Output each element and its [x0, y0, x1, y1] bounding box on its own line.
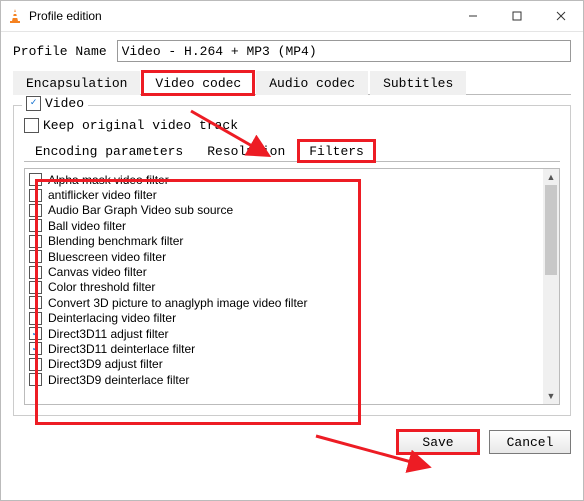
- filters-list-box: Alpha mask video filterantiflicker video…: [24, 168, 560, 405]
- filter-checkbox[interactable]: [29, 373, 42, 386]
- video-checkbox-row[interactable]: ✓ Video: [22, 96, 88, 111]
- filter-label: Blending benchmark filter: [48, 234, 183, 248]
- filter-checkbox[interactable]: [29, 173, 42, 186]
- titlebar: Profile edition: [1, 1, 583, 32]
- filter-label: Bluescreen video filter: [48, 250, 166, 264]
- tab-video-codec[interactable]: Video codec: [142, 71, 254, 95]
- filter-label: Audio Bar Graph Video sub source: [48, 203, 233, 217]
- filter-checkbox[interactable]: [29, 235, 42, 248]
- tab-encoding-parameters[interactable]: Encoding parameters: [24, 140, 194, 162]
- filter-checkbox[interactable]: [29, 250, 42, 263]
- inner-tabs: Encoding parameters Resolution Filters: [24, 139, 560, 162]
- tab-encapsulation[interactable]: Encapsulation: [13, 71, 140, 95]
- filter-item[interactable]: Alpha mask video filter: [27, 172, 541, 187]
- profile-name-label: Profile Name: [13, 44, 107, 59]
- filters-list[interactable]: Alpha mask video filterantiflicker video…: [25, 169, 543, 404]
- profile-name-row: Profile Name: [13, 40, 571, 62]
- filter-item[interactable]: ✓ Direct3D11 deinterlace filter: [27, 341, 541, 356]
- outer-tabs: Encapsulation Video codec Audio codec Su…: [13, 70, 571, 95]
- close-button[interactable]: [539, 1, 583, 31]
- scroll-up-icon[interactable]: ▲: [543, 169, 559, 185]
- filter-label: Convert 3D picture to anaglyph image vid…: [48, 296, 307, 310]
- filter-checkbox[interactable]: [29, 266, 42, 279]
- tab-filters[interactable]: Filters: [298, 140, 375, 162]
- filter-label: Alpha mask video filter: [48, 173, 169, 187]
- keep-original-checkbox[interactable]: [24, 118, 39, 133]
- filter-checkbox[interactable]: [29, 296, 42, 309]
- filter-checkbox[interactable]: ✓: [29, 327, 42, 340]
- filter-label: Deinterlacing video filter: [48, 311, 176, 325]
- tab-audio-codec[interactable]: Audio codec: [256, 71, 368, 95]
- filter-label: Direct3D11 adjust filter: [48, 327, 169, 341]
- filter-item[interactable]: ✓ Direct3D11 adjust filter: [27, 326, 541, 341]
- filter-label: Color threshold filter: [48, 280, 155, 294]
- filter-item[interactable]: Direct3D9 adjust filter: [27, 357, 541, 372]
- filter-checkbox[interactable]: [29, 189, 42, 202]
- filter-item[interactable]: Direct3D9 deinterlace filter: [27, 372, 541, 387]
- video-group: ✓ Video Keep original video track Encodi…: [13, 105, 571, 416]
- filter-checkbox[interactable]: [29, 312, 42, 325]
- filter-checkbox[interactable]: [29, 204, 42, 217]
- filter-label: Direct3D9 adjust filter: [48, 357, 163, 371]
- window-controls: [451, 1, 583, 31]
- profile-name-input[interactable]: [117, 40, 571, 62]
- filter-label: antiflicker video filter: [48, 188, 157, 202]
- scroll-down-icon[interactable]: ▼: [543, 388, 559, 404]
- filter-item[interactable]: Ball video filter: [27, 218, 541, 233]
- filter-item[interactable]: antiflicker video filter: [27, 187, 541, 202]
- filter-label: Canvas video filter: [48, 265, 147, 279]
- filter-checkbox[interactable]: [29, 358, 42, 371]
- filter-item[interactable]: Blending benchmark filter: [27, 234, 541, 249]
- filter-checkbox[interactable]: ✓: [29, 342, 42, 355]
- filter-item[interactable]: Convert 3D picture to anaglyph image vid…: [27, 295, 541, 310]
- profile-edition-window: Profile edition Profile Name Encapsulati…: [0, 0, 584, 501]
- video-checkbox[interactable]: ✓: [26, 96, 41, 111]
- filter-label: Ball video filter: [48, 219, 126, 233]
- filter-label: Direct3D11 deinterlace filter: [48, 342, 195, 356]
- filter-item[interactable]: Deinterlacing video filter: [27, 311, 541, 326]
- filter-checkbox[interactable]: [29, 281, 42, 294]
- filter-item[interactable]: Audio Bar Graph Video sub source: [27, 203, 541, 218]
- tab-resolution[interactable]: Resolution: [196, 140, 296, 162]
- save-button[interactable]: Save: [397, 430, 479, 454]
- scroll-thumb[interactable]: [545, 185, 557, 275]
- video-checkbox-label: Video: [45, 96, 84, 111]
- scrollbar[interactable]: ▲ ▼: [543, 169, 559, 404]
- filter-item[interactable]: Bluescreen video filter: [27, 249, 541, 264]
- vlc-icon: [7, 8, 23, 24]
- window-title: Profile edition: [29, 9, 451, 23]
- maximize-button[interactable]: [495, 1, 539, 31]
- dialog-buttons: Save Cancel: [13, 430, 571, 454]
- keep-original-label: Keep original video track: [43, 118, 238, 133]
- tab-subtitles[interactable]: Subtitles: [370, 71, 466, 95]
- filter-item[interactable]: Color threshold filter: [27, 280, 541, 295]
- keep-original-row[interactable]: Keep original video track: [24, 118, 560, 133]
- filter-label: Direct3D9 deinterlace filter: [48, 373, 189, 387]
- dialog-body: Profile Name Encapsulation Video codec A…: [1, 32, 583, 466]
- scroll-track[interactable]: [543, 185, 559, 388]
- minimize-button[interactable]: [451, 1, 495, 31]
- filter-item[interactable]: Canvas video filter: [27, 264, 541, 279]
- filter-checkbox[interactable]: [29, 219, 42, 232]
- cancel-button[interactable]: Cancel: [489, 430, 571, 454]
